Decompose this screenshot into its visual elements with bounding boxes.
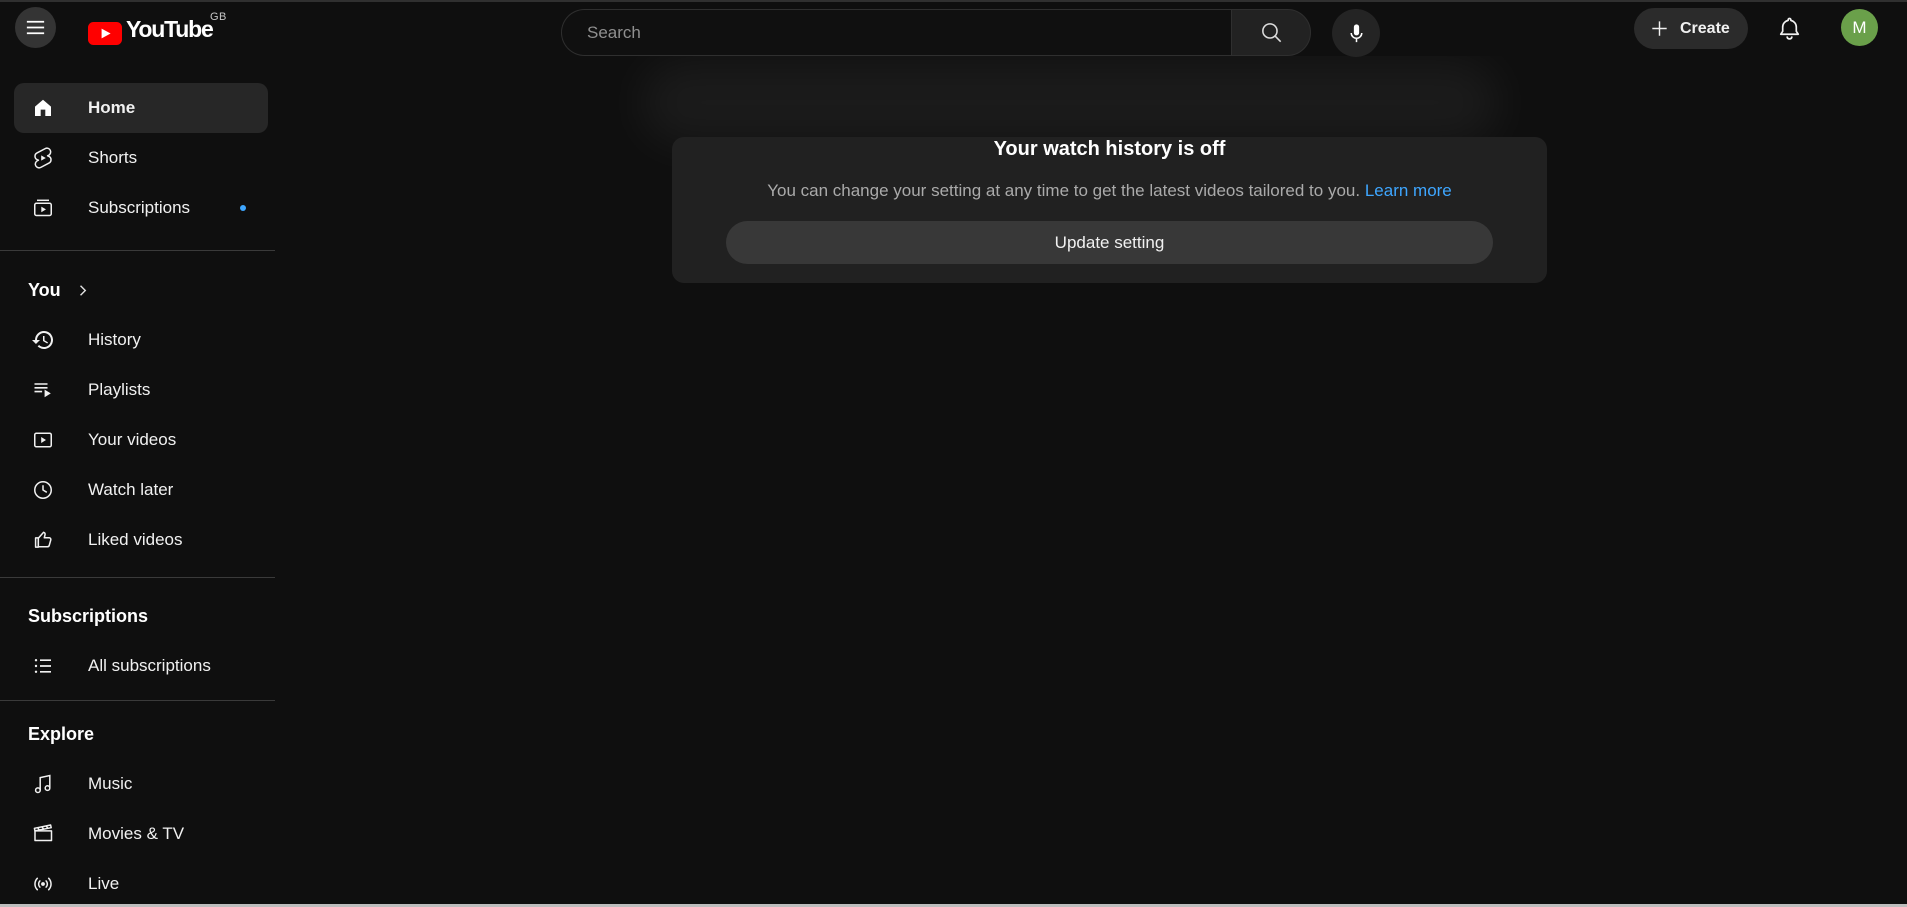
clapperboard-icon [31,822,55,846]
sidebar-item-label: Music [88,774,132,794]
thumbs-up-icon [31,528,55,552]
playlists-icon [31,378,55,402]
create-button[interactable]: Create [1634,8,1748,49]
watch-history-banner: Your watch history is off You can change… [672,137,1547,283]
hamburger-icon [24,16,47,39]
sidebar-item-label: Watch later [88,480,173,500]
sidebar-item-live[interactable]: Live [14,859,268,907]
notification-dot [240,205,246,211]
sidebar-item-shorts[interactable]: Shorts [14,133,268,183]
create-button-label: Create [1680,20,1730,38]
sidebar: Home Shorts Subscriptions You [0,56,275,907]
sidebar-item-label: History [88,330,141,350]
youtube-app: YouTube GB Create M [0,0,1907,907]
subscriptions-icon [31,196,55,220]
sidebar-item-subscriptions[interactable]: Subscriptions [14,183,268,233]
sidebar-item-label: Subscriptions [88,198,190,218]
sidebar-item-label: Liked videos [88,530,183,550]
sidebar-section-explore: Explore Music Movies & TV Live [0,701,275,907]
shorts-icon [31,146,55,170]
youtube-play-icon [88,22,122,45]
search-button[interactable] [1231,9,1311,56]
avatar-initial: M [1852,18,1866,38]
history-icon [31,328,55,352]
sidebar-section-subscriptions: Subscriptions All subscriptions [0,578,275,701]
chevron-right-icon [73,281,92,300]
country-code: GB [210,11,227,23]
watch-later-icon [31,478,55,502]
music-note-icon [31,772,55,796]
avatar[interactable]: M [1841,9,1878,46]
microphone-icon [1345,22,1368,45]
search-icon [1259,20,1284,45]
you-heading: You [28,280,61,301]
sidebar-item-movies-tv[interactable]: Movies & TV [14,809,268,859]
logo-wordmark: YouTube [126,16,213,43]
sidebar-item-label: Live [88,874,119,894]
sidebar-item-label: Shorts [88,148,137,168]
ambient-glow [640,60,1500,145]
sidebar-section-primary: Home Shorts Subscriptions [0,56,275,251]
bell-icon [1776,15,1803,42]
your-videos-icon [31,428,55,452]
voice-search-button[interactable] [1332,9,1380,57]
sidebar-item-you[interactable]: You [0,265,275,315]
sidebar-item-label: Playlists [88,380,150,400]
window-top-edge [0,0,1907,2]
sidebar-item-history[interactable]: History [14,315,268,365]
topbar: YouTube GB Create M [0,0,1907,56]
sidebar-section-you: You History Playlists [0,251,275,578]
subscriptions-heading: Subscriptions [0,591,275,641]
search-box [561,9,1231,56]
sidebar-item-home[interactable]: Home [14,83,268,133]
sidebar-item-label: Home [88,98,135,118]
learn-more-link[interactable]: Learn more [1365,181,1452,200]
sidebar-item-label: Your videos [88,430,176,450]
update-setting-button[interactable]: Update setting [726,221,1493,264]
notifications-button[interactable] [1774,13,1804,43]
sidebar-item-your-videos[interactable]: Your videos [14,415,268,465]
sidebar-item-playlists[interactable]: Playlists [14,365,268,415]
sidebar-item-watch-later[interactable]: Watch later [14,465,268,515]
banner-description-text: You can change your setting at any time … [767,181,1360,200]
search-input[interactable] [562,23,1231,43]
list-icon [31,654,55,678]
plus-icon [1648,17,1671,40]
sidebar-item-music[interactable]: Music [14,759,268,809]
sidebar-item-label: All subscriptions [88,656,211,676]
main-content: Your watch history is off You can change… [275,56,1907,907]
menu-button[interactable] [15,7,56,48]
live-broadcast-icon [31,872,55,896]
banner-description: You can change your setting at any time … [672,180,1547,202]
explore-heading: Explore [0,709,275,759]
sidebar-item-label: Movies & TV [88,824,184,844]
banner-title: Your watch history is off [672,137,1547,161]
sidebar-item-liked-videos[interactable]: Liked videos [14,515,268,565]
sidebar-item-all-subscriptions[interactable]: All subscriptions [14,641,268,691]
home-icon [31,96,55,120]
